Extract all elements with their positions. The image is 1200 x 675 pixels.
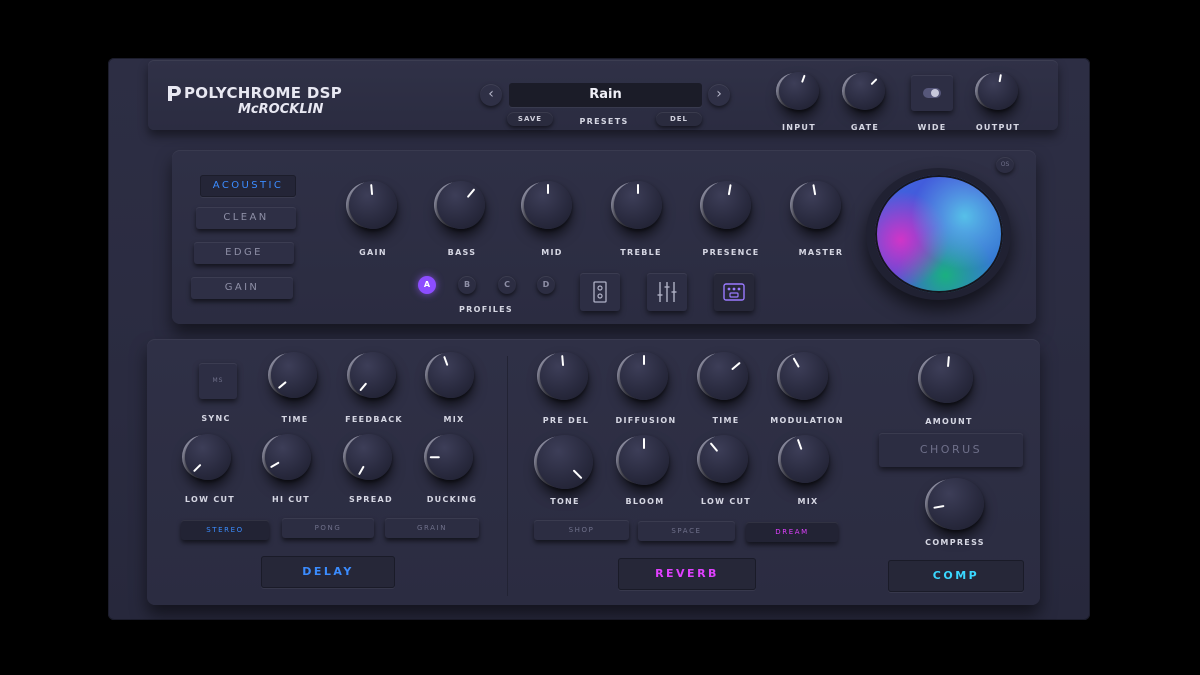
- cabinet-button[interactable]: [580, 273, 620, 311]
- presence-knob[interactable]: [703, 181, 751, 229]
- delay-time-knob[interactable]: [271, 352, 317, 398]
- delete-button[interactable]: DEL: [656, 112, 702, 126]
- preset-next-button[interactable]: ›: [708, 84, 730, 106]
- compress-label: COMPRESS: [925, 538, 985, 547]
- delay-time-label: TIME: [281, 415, 309, 424]
- pedal-icon: [723, 283, 745, 301]
- reverb-mode-space[interactable]: SPACE: [638, 521, 735, 541]
- treble-knob[interactable]: [614, 181, 662, 229]
- output-knob[interactable]: [978, 72, 1018, 110]
- input-knob[interactable]: [779, 72, 819, 110]
- reverb-bloom-knob[interactable]: [619, 435, 669, 485]
- reverb-mix-knob[interactable]: [781, 435, 829, 483]
- mid-label: MID: [541, 248, 563, 257]
- preset-name-display[interactable]: Rain: [509, 83, 702, 107]
- presence-label: PRESENCE: [702, 248, 760, 257]
- amp-mode-edge[interactable]: EDGE: [194, 242, 294, 264]
- chevron-left-icon: ‹: [488, 86, 494, 102]
- fx-divider: [507, 356, 508, 596]
- reverb-predel-label: PRE DEL: [542, 416, 590, 425]
- brand-name: POLYCHROME DSP: [184, 84, 343, 102]
- reverb-time-knob[interactable]: [700, 352, 748, 400]
- master-knob[interactable]: [793, 181, 841, 229]
- gate-label: GATE: [850, 123, 880, 132]
- reverb-mix-label: MIX: [797, 497, 819, 506]
- wide-label: WIDE: [917, 123, 947, 132]
- reverb-mode-dream[interactable]: DREAM: [746, 522, 838, 542]
- preset-prev-button[interactable]: ‹: [480, 84, 502, 106]
- toggle-track: [923, 88, 941, 98]
- bass-label: BASS: [447, 248, 477, 257]
- bass-knob[interactable]: [437, 181, 485, 229]
- reverb-mode-shop[interactable]: SHOP: [534, 520, 629, 540]
- treble-label: TREBLE: [620, 248, 662, 257]
- reverb-time-label: TIME: [712, 416, 740, 425]
- delay-mode-pong[interactable]: PONG: [282, 518, 374, 538]
- delay-hicut-knob[interactable]: [265, 434, 311, 480]
- reverb-diffusion-knob[interactable]: [620, 352, 668, 400]
- profile-d-button[interactable]: D: [537, 276, 555, 294]
- profile-b-button[interactable]: B: [458, 276, 476, 294]
- reverb-section-button[interactable]: REVERB: [618, 558, 756, 590]
- output-label: OUTPUT: [975, 123, 1021, 132]
- chorus-button[interactable]: CHORUS: [879, 433, 1023, 467]
- delay-lowcut-knob[interactable]: [185, 434, 231, 480]
- delay-feedback-label: FEEDBACK: [345, 415, 403, 424]
- polychrome-logo-icon: [168, 86, 181, 101]
- reverb-predel-knob[interactable]: [540, 352, 588, 400]
- profiles-label: PROFILES: [459, 305, 513, 314]
- save-button[interactable]: SAVE: [507, 112, 553, 126]
- delay-mix-knob[interactable]: [428, 352, 474, 398]
- sync-ms-toggle[interactable]: MS: [199, 363, 237, 399]
- delay-mode-grain[interactable]: GRAIN: [385, 518, 479, 538]
- amp-mode-acoustic[interactable]: ACOUSTIC: [200, 175, 296, 197]
- chevron-right-icon: ›: [716, 86, 722, 102]
- wide-toggle[interactable]: [911, 75, 953, 111]
- delay-spread-knob[interactable]: [346, 434, 392, 480]
- profile-a-button[interactable]: A: [418, 276, 436, 294]
- reverb-tone-knob[interactable]: [537, 435, 593, 489]
- delay-spread-label: SPREAD: [349, 495, 393, 504]
- reverb-tone-label: TONE: [550, 497, 580, 506]
- mixer-button[interactable]: [647, 273, 687, 311]
- reverb-modulation-label: MODULATION: [770, 416, 844, 425]
- comp-section-button[interactable]: COMP: [888, 560, 1024, 592]
- master-label: MASTER: [798, 248, 844, 257]
- delay-feedback-knob[interactable]: [350, 352, 396, 398]
- sync-label: SYNC: [201, 414, 231, 423]
- toggle-thumb: [931, 89, 939, 97]
- amount-knob[interactable]: [921, 353, 973, 403]
- amp-mode-gain[interactable]: GAIN: [191, 277, 293, 299]
- profile-c-button[interactable]: C: [498, 276, 516, 294]
- delay-section-button[interactable]: DELAY: [261, 556, 395, 588]
- gate-knob[interactable]: [845, 72, 885, 110]
- delay-hicut-label: HI CUT: [271, 495, 311, 504]
- reverb-modulation-knob[interactable]: [780, 352, 828, 400]
- amount-label: AMOUNT: [925, 417, 973, 426]
- amp-mode-clean[interactable]: CLEAN: [196, 207, 296, 229]
- os-button[interactable]: OS: [996, 157, 1014, 173]
- brand-sub: McROCKLIN: [238, 102, 324, 117]
- reverb-diffusion-label: DIFFUSION: [615, 416, 677, 425]
- mid-knob[interactable]: [524, 181, 572, 229]
- input-label: INPUT: [782, 123, 816, 132]
- gain-label: GAIN: [359, 248, 387, 257]
- mixer-sliders-icon: [657, 282, 677, 302]
- reverb-lowcut-label: LOW CUT: [700, 497, 752, 506]
- gain-knob[interactable]: [349, 181, 397, 229]
- pedal-button[interactable]: [714, 273, 754, 311]
- delay-mix-label: MIX: [443, 415, 465, 424]
- delay-mode-stereo[interactable]: STEREO: [181, 520, 269, 540]
- reverb-bloom-label: BLOOM: [625, 497, 665, 506]
- reverb-lowcut-knob[interactable]: [700, 435, 748, 483]
- cabinet-icon: [593, 281, 607, 303]
- delay-ducking-knob[interactable]: [427, 434, 473, 480]
- delay-ducking-label: DUCKING: [426, 495, 478, 504]
- presets-label: PRESETS: [579, 117, 629, 126]
- visualizer-orb[interactable]: [875, 175, 1003, 293]
- delay-lowcut-label: LOW CUT: [184, 495, 236, 504]
- compress-knob[interactable]: [928, 478, 984, 530]
